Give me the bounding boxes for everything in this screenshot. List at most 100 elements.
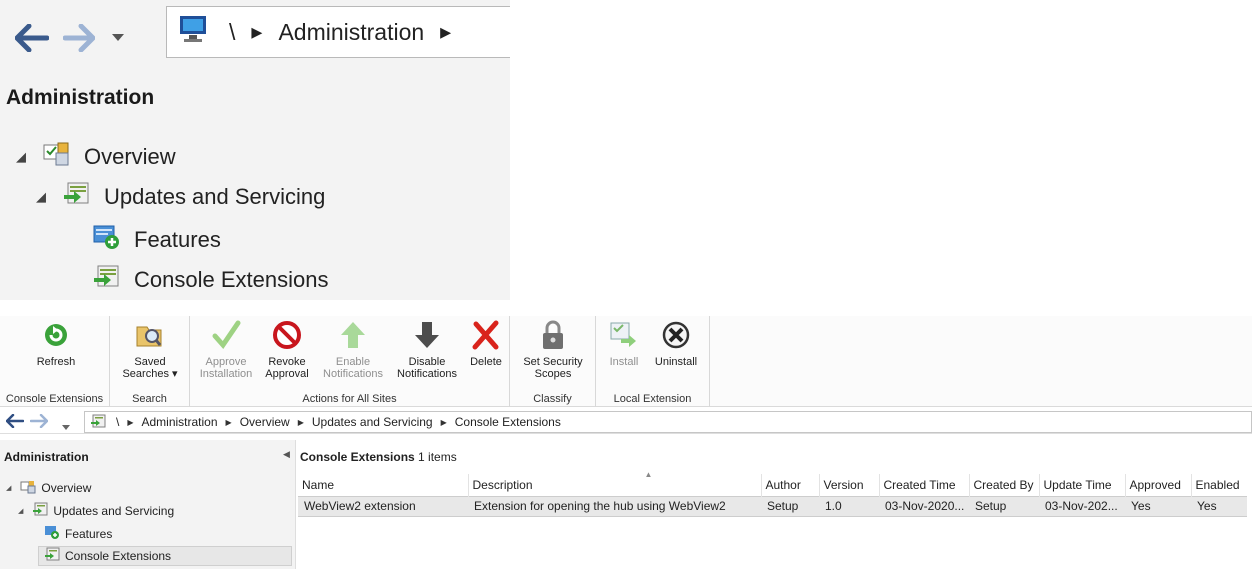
history-dropdown-icon[interactable]: [102, 14, 134, 62]
forward-arrow-icon[interactable]: [29, 413, 49, 431]
nav-label: Console Extensions: [65, 549, 172, 563]
cell-description: Extension for opening the hub using WebV…: [468, 495, 761, 517]
column-header-update-time[interactable]: Update Time: [1039, 474, 1126, 496]
column-header-enabled[interactable]: Enabled: [1191, 474, 1247, 496]
zoom-tree-item-features[interactable]: Features: [92, 224, 221, 256]
security-label-2: Scopes: [534, 368, 572, 380]
group-label: Classify: [533, 393, 572, 405]
nav-item-features[interactable]: Features: [44, 524, 112, 544]
address-bar: \ ▶ Administration ▶ Overview ▶ Updates …: [0, 410, 1252, 434]
updates-servicing-icon: [32, 502, 48, 521]
zoom-address-path[interactable]: \ ▸ Administration ▸: [166, 6, 510, 58]
padlock-icon: [536, 318, 570, 352]
expanded-triangle-icon[interactable]: ◢: [16, 149, 26, 165]
cell-name: WebView2 extension: [298, 495, 468, 517]
column-header-author[interactable]: Author: [761, 474, 820, 496]
uninstall-label: Uninstall: [654, 356, 698, 368]
results-list-pane: Console Extensions 1 items Name Descript…: [296, 440, 1252, 569]
column-header-created-by[interactable]: Created By: [969, 474, 1040, 496]
column-header-created-time[interactable]: Created Time: [879, 474, 970, 496]
expanded-triangle-icon[interactable]: ◢: [18, 507, 23, 515]
results-count: 1 items: [418, 450, 457, 464]
disable-notifications-button[interactable]: Disable Notifications: [392, 318, 462, 380]
nav-label: Updates and Servicing: [53, 504, 175, 518]
table-row[interactable]: WebView2 extension Extension for opening…: [298, 495, 1247, 517]
saved-searches-button[interactable]: Saved Searches ▾: [114, 318, 186, 380]
down-arrow-icon: [410, 318, 444, 352]
tree-label: Overview: [84, 144, 176, 169]
up-arrow-icon: [336, 318, 370, 352]
set-security-scopes-button[interactable]: Set Security Scopes: [516, 318, 590, 380]
group-label: Actions for All Sites: [302, 393, 397, 405]
saved-searches-icon: [133, 318, 167, 352]
checkmark-icon: [209, 318, 243, 352]
refresh-icon: [39, 318, 73, 352]
console-extensions-icon: [90, 414, 106, 430]
ribbon-group-local-extension: Install Uninstall Local Extension: [596, 316, 710, 407]
zoom-tree-item-updates-servicing[interactable]: ◢ Updates and Servicing: [36, 181, 325, 213]
approve-installation-button[interactable]: Approve Installation: [198, 318, 254, 380]
uninstall-button[interactable]: Uninstall: [648, 318, 704, 368]
approve-label-1: Approve: [205, 356, 247, 368]
cell-created-by: Setup: [969, 495, 1039, 517]
group-label: Console Extensions: [5, 393, 104, 405]
saved-label-1: Saved: [134, 356, 166, 368]
path-item-administration[interactable]: Administration: [278, 19, 424, 46]
crumb-administration[interactable]: Administration: [142, 415, 218, 429]
enable-label-2: Notifications: [323, 368, 383, 380]
tree-label: Console Extensions: [134, 267, 329, 292]
back-arrow-icon[interactable]: [8, 14, 56, 62]
path-arrow-icon: ▶: [440, 417, 447, 427]
column-label: Description: [472, 477, 533, 492]
collapse-pane-icon[interactable]: ◀: [283, 449, 290, 460]
install-button[interactable]: Install: [602, 318, 646, 368]
crumb-updates-servicing[interactable]: Updates and Servicing: [312, 415, 433, 429]
column-header-version[interactable]: Version: [819, 474, 880, 496]
install-icon: [607, 318, 641, 352]
path-arrow-icon: ▶: [127, 417, 134, 427]
enable-notifications-button[interactable]: Enable Notifications: [318, 318, 388, 380]
nav-item-console-extensions[interactable]: Console Extensions: [38, 546, 292, 566]
forward-arrow-icon[interactable]: [56, 14, 102, 62]
cell-approved: Yes: [1125, 495, 1191, 517]
approve-label-2: Installation: [199, 368, 253, 380]
cell-created-time: 03-Nov-2020...: [879, 495, 969, 517]
features-icon: [92, 224, 122, 256]
column-header-row: Name Description ▲ Author Version Created…: [298, 470, 1247, 496]
path-arrow-icon: ▸: [440, 19, 452, 44]
expanded-triangle-icon[interactable]: ◢: [6, 484, 11, 492]
crumb-console-extensions[interactable]: Console Extensions: [455, 415, 561, 429]
history-dropdown-icon[interactable]: [62, 419, 70, 433]
overview-icon: [20, 480, 36, 497]
results-title: Console Extensions: [300, 450, 415, 464]
zoomed-navigation-inset: \ ▸ Administration ▸ Administration ◢ Ov…: [0, 0, 510, 300]
prohibited-icon: [270, 318, 304, 352]
path-arrow-icon: ▶: [297, 417, 304, 427]
group-label: Search: [132, 393, 167, 405]
path-arrow-icon: ▶: [225, 417, 232, 427]
zoom-workspace-title: Administration: [6, 86, 155, 109]
revoke-approval-button[interactable]: Revoke Approval: [258, 318, 316, 380]
tree-label: Updates and Servicing: [104, 184, 326, 209]
zoom-tree-item-console-extensions[interactable]: Console Extensions: [92, 264, 328, 296]
install-label: Install: [609, 356, 639, 368]
workspace-title: Administration: [4, 450, 89, 464]
nav-label: Overview: [41, 481, 92, 495]
nav-item-updates-servicing[interactable]: ◢ Updates and Servicing: [18, 501, 174, 521]
address-path[interactable]: \ ▶ Administration ▶ Overview ▶ Updates …: [84, 411, 1252, 433]
crumb-overview[interactable]: Overview: [240, 415, 290, 429]
zoom-tree-item-overview[interactable]: ◢ Overview: [16, 141, 176, 173]
column-header-name[interactable]: Name: [298, 474, 469, 496]
back-arrow-icon[interactable]: [5, 413, 25, 431]
security-label-1: Set Security: [523, 356, 583, 368]
expanded-triangle-icon[interactable]: ◢: [36, 189, 46, 205]
nav-item-overview[interactable]: ◢ Overview: [6, 478, 91, 498]
console-extensions-icon: [44, 547, 60, 566]
refresh-button[interactable]: Refresh: [18, 318, 94, 368]
delete-label: Delete: [470, 356, 502, 368]
column-header-description[interactable]: Description ▲: [468, 470, 762, 496]
delete-button[interactable]: Delete: [466, 318, 506, 368]
path-root-separator: \: [116, 415, 120, 429]
updates-servicing-icon: [62, 181, 92, 213]
column-header-approved[interactable]: Approved: [1125, 474, 1192, 496]
